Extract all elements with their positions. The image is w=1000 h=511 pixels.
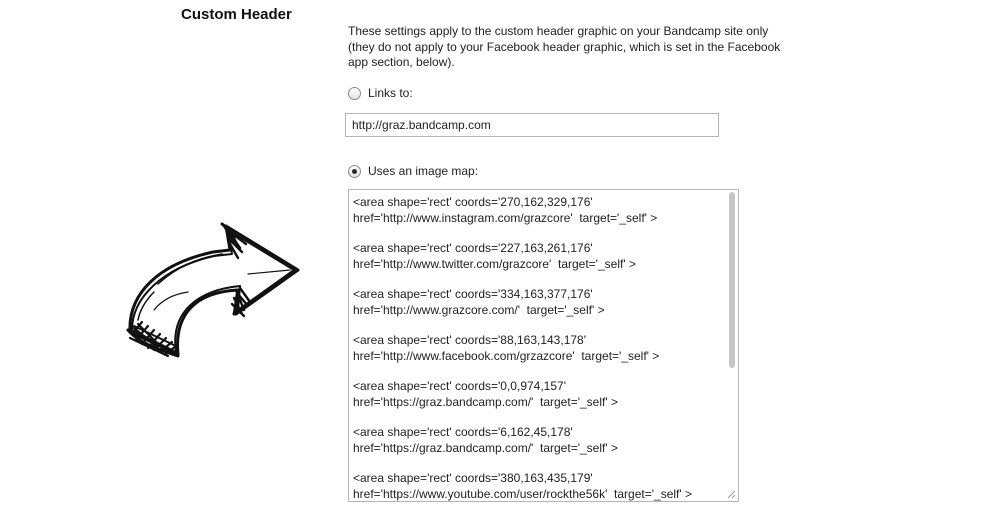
area-href-line: href='https://graz.bandcamp.com/' target… bbox=[353, 394, 618, 409]
hand-drawn-arrow-icon bbox=[126, 222, 300, 358]
image-map-radio[interactable] bbox=[348, 164, 361, 178]
area-tag-line: <area shape='rect' coords='334,163,377,1… bbox=[353, 287, 593, 301]
image-map-option[interactable]: Uses an image map: bbox=[348, 164, 478, 178]
custom-header-settings: Custom Header These settings apply to th… bbox=[0, 0, 1000, 511]
image-map-area-entry[interactable]: <area shape='rect' coords='380,163,435,1… bbox=[353, 471, 720, 501]
links-to-label[interactable]: Links to: bbox=[368, 86, 413, 100]
image-map-area-entry[interactable]: <area shape='rect' coords='270,162,329,1… bbox=[353, 195, 720, 226]
link-url-input[interactable] bbox=[345, 113, 719, 137]
image-map-textarea[interactable]: <area shape='rect' coords='270,162,329,1… bbox=[348, 189, 739, 502]
area-tag-line: <area shape='rect' coords='380,163,435,1… bbox=[353, 471, 593, 485]
area-tag-line: <area shape='rect' coords='6,162,45,178' bbox=[353, 425, 573, 439]
image-map-code[interactable]: <area shape='rect' coords='270,162,329,1… bbox=[349, 190, 738, 501]
resize-grip-icon[interactable] bbox=[726, 489, 736, 499]
section-title: Custom Header bbox=[181, 6, 292, 23]
area-tag-line: <area shape='rect' coords='227,163,261,1… bbox=[353, 241, 593, 255]
links-to-radio[interactable] bbox=[348, 86, 361, 100]
image-map-area-entry[interactable]: <area shape='rect' coords='6,162,45,178'… bbox=[353, 425, 720, 456]
image-map-label[interactable]: Uses an image map: bbox=[368, 164, 478, 178]
scrollbar-thumb[interactable] bbox=[729, 192, 735, 368]
area-tag-line: <area shape='rect' coords='88,163,143,17… bbox=[353, 333, 587, 347]
image-map-area-entry[interactable]: <area shape='rect' coords='227,163,261,1… bbox=[353, 241, 720, 272]
image-map-area-entry[interactable]: <area shape='rect' coords='0,0,974,157' h… bbox=[353, 379, 720, 410]
area-href-line: href='https://graz.bandcamp.com/' target… bbox=[353, 440, 618, 455]
area-href-line: href='http://www.twitter.com/grazcore' t… bbox=[353, 256, 636, 271]
links-to-option[interactable]: Links to: bbox=[348, 86, 413, 100]
area-tag-line: <area shape='rect' coords='270,162,329,1… bbox=[353, 195, 593, 209]
area-href-line: href='https://www.youtube.com/user/rockt… bbox=[353, 486, 693, 501]
image-map-area-entry[interactable]: <area shape='rect' coords='334,163,377,1… bbox=[353, 287, 720, 318]
image-map-area-entry[interactable]: <area shape='rect' coords='88,163,143,17… bbox=[353, 333, 720, 364]
area-href-line: href='http://www.grazcore.com/' target='… bbox=[353, 302, 605, 317]
area-href-line: href='http://www.instagram.com/grazcore'… bbox=[353, 210, 658, 225]
area-tag-line: <area shape='rect' coords='0,0,974,157' bbox=[353, 379, 566, 393]
scrollbar[interactable] bbox=[728, 192, 736, 482]
area-href-line: href='http://www.facebook.com/grzazcore'… bbox=[353, 348, 660, 363]
section-description: These settings apply to the custom heade… bbox=[348, 24, 781, 69]
